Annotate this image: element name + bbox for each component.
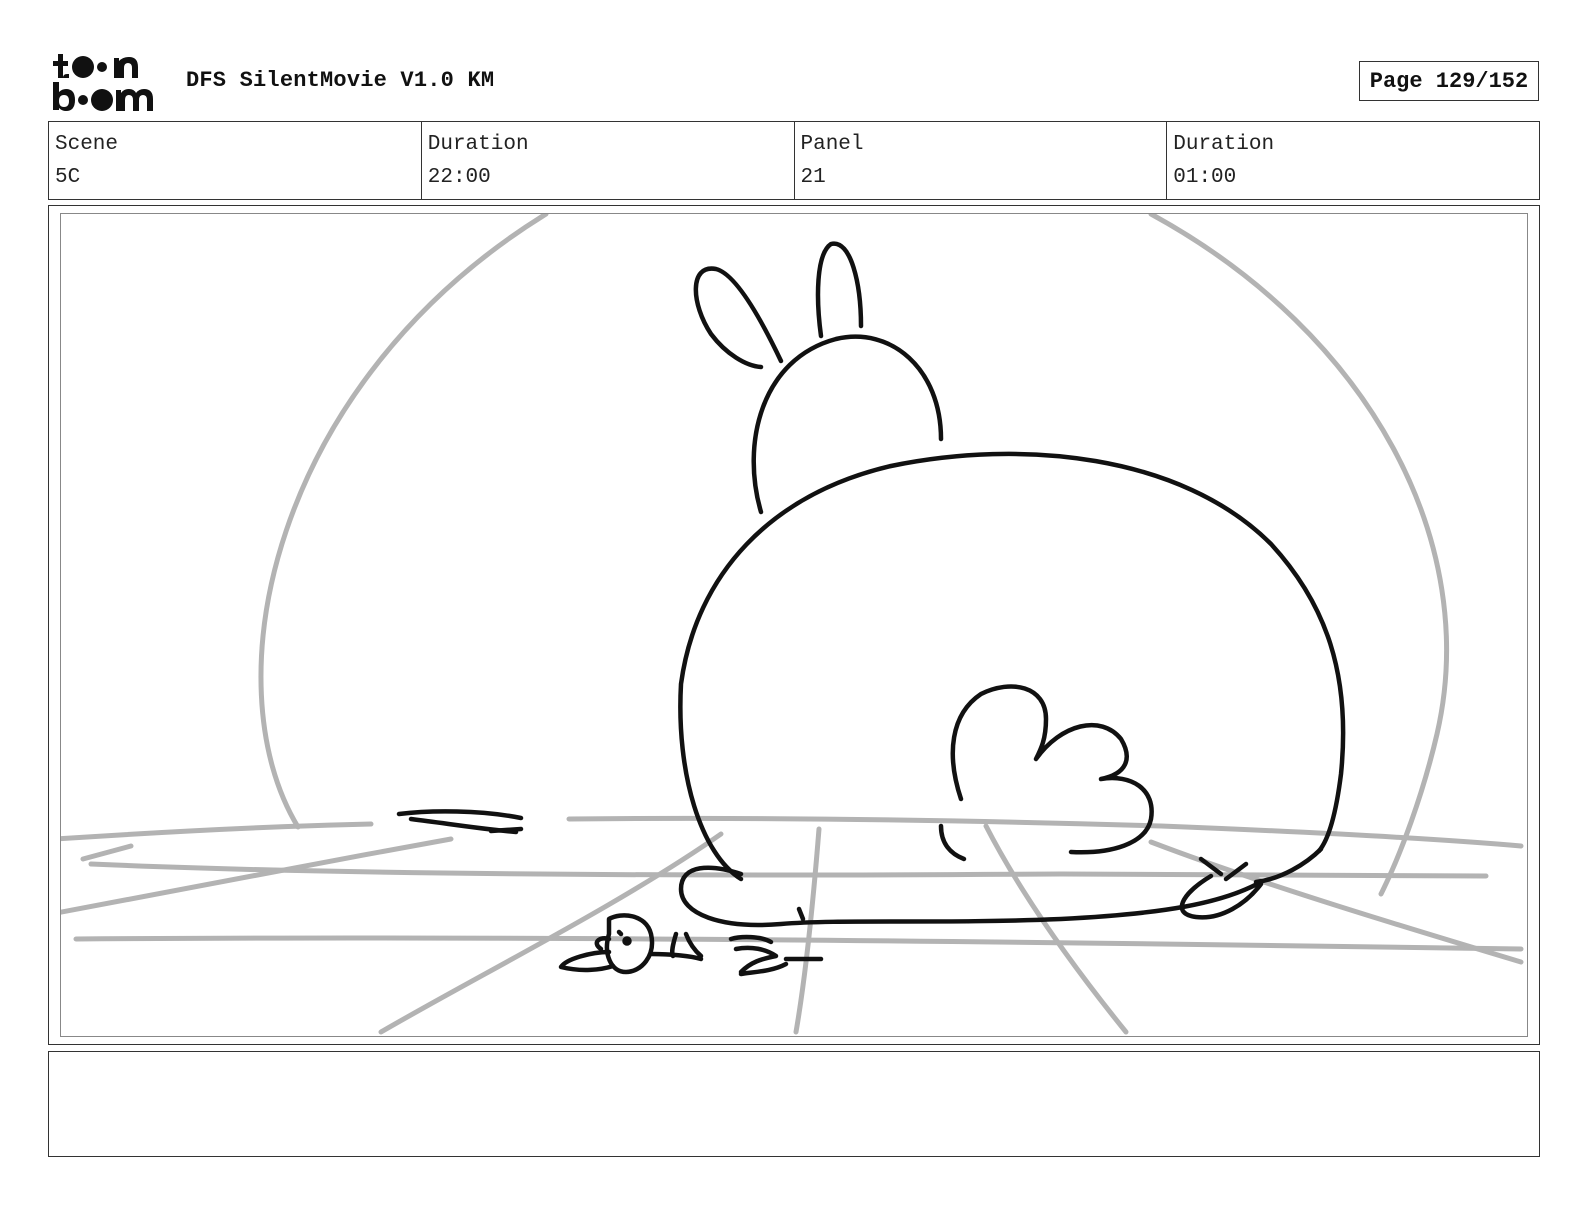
panel-label: Panel xyxy=(800,133,864,156)
rabbit-sketch xyxy=(396,241,1346,977)
panel-duration-cell: Duration 01:00 xyxy=(1167,122,1539,199)
scene-duration-label: Duration xyxy=(427,133,529,156)
page-indicator: Page 129/152 xyxy=(1359,61,1539,101)
storyboard-panel-frame xyxy=(48,205,1540,1045)
scene-duration-cell: Duration 22:00 xyxy=(422,122,795,199)
right-ear xyxy=(815,241,864,339)
storyboard-sketch-rabbit-icon xyxy=(61,214,1524,1035)
panel-notes-box xyxy=(48,1051,1540,1157)
logo-graphic xyxy=(53,54,153,111)
toon-boom-logo xyxy=(52,52,164,112)
scene-duration-value: 22:00 xyxy=(427,166,491,189)
document-title: DFS SilentMovie V1.0 KM xyxy=(186,68,495,93)
scene-value: 5C xyxy=(55,166,81,189)
background-guides xyxy=(61,214,1524,1035)
panel-cell: Panel 21 xyxy=(795,122,1168,199)
panel-duration-value: 01:00 xyxy=(1173,166,1237,189)
scene-label: Scene xyxy=(55,133,119,156)
panel-value: 21 xyxy=(800,166,826,189)
tail xyxy=(950,684,1154,855)
storyboard-panel-image xyxy=(60,213,1528,1037)
panel-duration-label: Duration xyxy=(1173,133,1275,156)
body xyxy=(678,451,1346,882)
left-ear xyxy=(693,266,784,370)
scene-info-table: Scene 5C Duration 22:00 Panel 21 Duratio… xyxy=(48,121,1540,200)
scene-cell: Scene 5C xyxy=(49,122,422,199)
